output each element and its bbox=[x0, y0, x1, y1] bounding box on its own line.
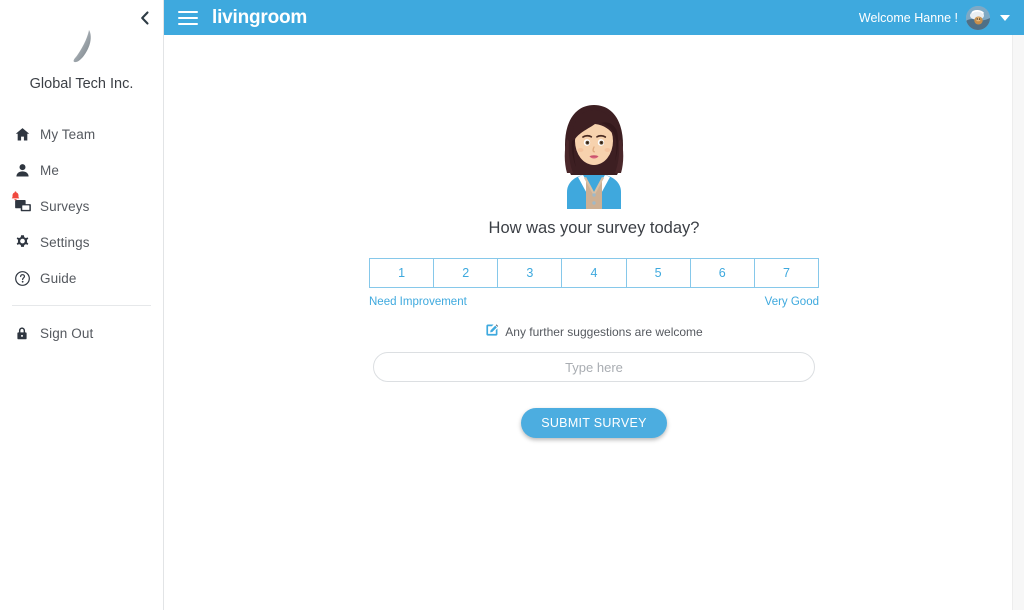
suggestion-row: Any further suggestions are welcome bbox=[485, 323, 703, 340]
rating-option-6[interactable]: 6 bbox=[690, 259, 755, 287]
sidebar-item-label: Surveys bbox=[40, 198, 90, 214]
sidebar-nav: My Team Me Surveys Settings Guide Sign O… bbox=[0, 116, 163, 351]
rating-legend-high: Very Good bbox=[764, 296, 819, 308]
chevron-left-icon bbox=[141, 11, 149, 25]
top-header: livingroom Welcome Hanne ! bbox=[164, 0, 1024, 35]
sidebar: Global Tech Inc. My Team Me Surveys Sett… bbox=[0, 0, 164, 610]
sidebar-item-label: Settings bbox=[40, 234, 90, 250]
sidebar-item-settings[interactable]: Settings bbox=[0, 224, 163, 260]
sidebar-collapse-button[interactable] bbox=[133, 6, 157, 30]
header-user-area: Welcome Hanne ! bbox=[858, 5, 1010, 30]
rating-option-4[interactable]: 4 bbox=[562, 259, 627, 287]
rating-legend-low: Need Improvement bbox=[369, 296, 467, 308]
org-logo bbox=[0, 26, 163, 68]
feather-logo bbox=[73, 30, 91, 63]
rating-option-3[interactable]: 3 bbox=[498, 259, 563, 287]
sidebar-item-my-team[interactable]: My Team bbox=[0, 116, 163, 152]
avatar[interactable] bbox=[966, 5, 990, 30]
main-area: livingroom Welcome Hanne ! How was your … bbox=[164, 0, 1024, 610]
suggestion-input[interactable] bbox=[373, 352, 815, 382]
gear-icon bbox=[14, 234, 40, 251]
rating-scale-wrapper: 1 2 3 4 5 6 7 Need Improvement Very Good bbox=[369, 258, 819, 308]
lock-icon bbox=[14, 325, 40, 342]
user-avatar-photo bbox=[966, 5, 990, 30]
rating-option-1[interactable]: 1 bbox=[370, 259, 435, 287]
chevron-down-icon[interactable] bbox=[1000, 14, 1010, 21]
person-icon bbox=[14, 162, 40, 179]
edit-square-icon bbox=[485, 323, 499, 340]
app-title: livingroom bbox=[212, 6, 308, 28]
bell-alert-icon bbox=[11, 188, 20, 206]
survey-content: How was your survey today? 1 2 3 4 5 6 7… bbox=[164, 35, 1024, 610]
woman-avatar-illustration bbox=[539, 97, 649, 209]
page-title: How was your survey today? bbox=[488, 219, 700, 237]
sidebar-item-guide[interactable]: Guide bbox=[0, 260, 163, 296]
rating-option-5[interactable]: 5 bbox=[626, 259, 691, 287]
sidebar-item-label: Guide bbox=[40, 270, 77, 286]
sidebar-item-label: My Team bbox=[40, 126, 96, 142]
question-circle-icon bbox=[14, 270, 40, 287]
app-root: Global Tech Inc. My Team Me Surveys Sett… bbox=[0, 0, 1024, 610]
sidebar-item-surveys[interactable]: Surveys bbox=[0, 188, 163, 224]
hamburger-icon[interactable] bbox=[178, 10, 198, 25]
welcome-text: Welcome Hanne ! bbox=[858, 10, 958, 25]
chat-bubbles-icon bbox=[11, 191, 40, 215]
suggestion-label: Any further suggestions are welcome bbox=[505, 324, 703, 339]
submit-survey-button[interactable]: SUBMIT SURVEY bbox=[521, 408, 667, 438]
sidebar-item-label: Sign Out bbox=[40, 325, 94, 341]
sidebar-item-sign-out[interactable]: Sign Out bbox=[0, 315, 163, 351]
sidebar-item-me[interactable]: Me bbox=[0, 152, 163, 188]
home-icon bbox=[14, 126, 40, 143]
rating-scale: 1 2 3 4 5 6 7 bbox=[369, 258, 819, 288]
rating-option-7[interactable]: 7 bbox=[754, 259, 818, 287]
rating-option-2[interactable]: 2 bbox=[434, 259, 499, 287]
vertical-scrollbar[interactable] bbox=[1012, 35, 1024, 610]
sidebar-item-label: Me bbox=[40, 162, 59, 178]
rating-legend: Need Improvement Very Good bbox=[369, 296, 819, 308]
sidebar-divider bbox=[12, 305, 151, 306]
org-name: Global Tech Inc. bbox=[29, 76, 134, 92]
